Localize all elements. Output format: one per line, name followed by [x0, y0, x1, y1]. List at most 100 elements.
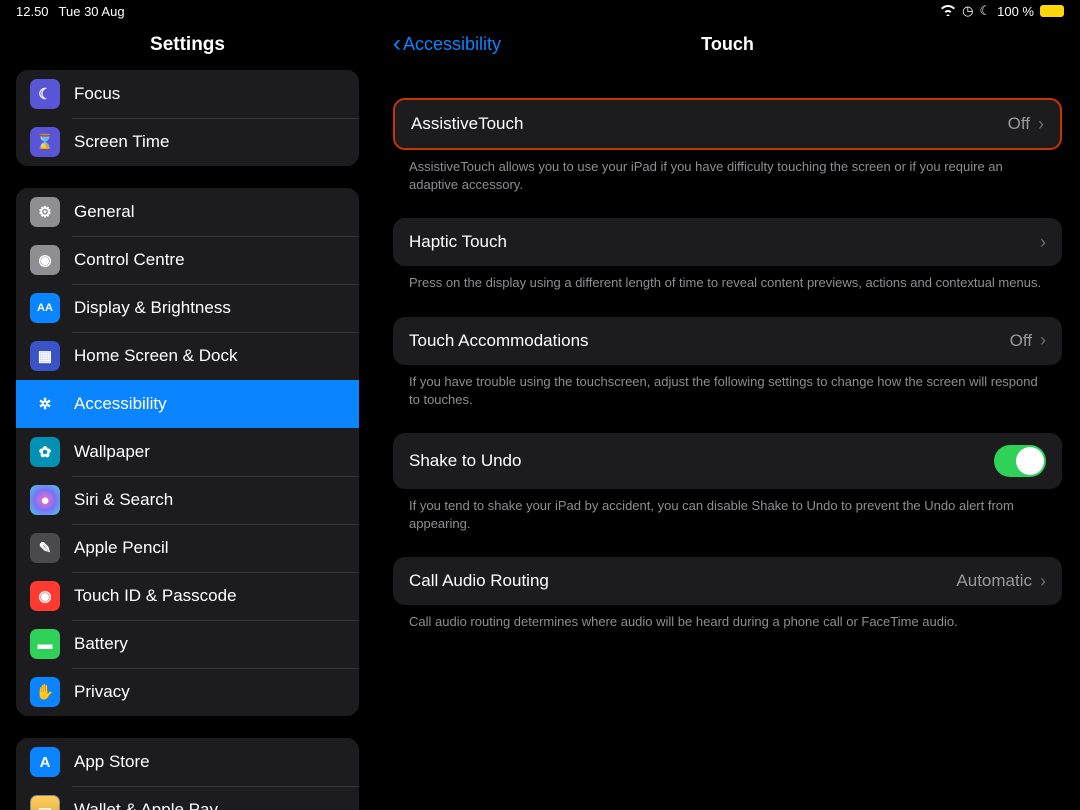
chevron-right-icon: ›: [1040, 232, 1046, 253]
sidebar-item-label: Apple Pencil: [74, 538, 169, 558]
sidebar-item-label: General: [74, 202, 134, 222]
sidebar-item-label: App Store: [74, 752, 150, 772]
row-accessory: Automatic ›: [956, 571, 1046, 592]
fingerprint-icon: ◉: [30, 581, 60, 611]
detail-panel: ‹ Accessibility Touch AssistiveTouchOff›…: [375, 22, 1080, 810]
wallet-icon: ▭: [30, 795, 60, 810]
chevron-right-icon: ›: [1040, 571, 1046, 592]
sidebar-item-label: Accessibility: [74, 394, 167, 414]
group-footer: Call audio routing determines where audi…: [393, 605, 1062, 631]
text-size-icon: AA: [30, 293, 60, 323]
sidebar-section: ☾Focus ⌛ Screen Time: [16, 70, 359, 166]
alarm-icon: ◷: [962, 3, 973, 19]
battery-percent: 100 %: [997, 4, 1034, 19]
flower-icon: ✿: [30, 437, 60, 467]
group-footer: If you have trouble using the touchscree…: [393, 365, 1062, 409]
sidebar-title: Settings: [0, 22, 375, 70]
status-time: 12.50: [16, 4, 49, 19]
sidebar-item-wallet-apple-pay[interactable]: ▭ Wallet & Apple Pay: [16, 786, 359, 810]
page-title: Touch: [701, 34, 754, 55]
row-accessory: Off ›: [1008, 114, 1044, 135]
sidebar-item-label: Control Centre: [74, 250, 185, 270]
sidebar-section: ⚙ General ◉ Control Centre AA Display & Brigh…: [16, 188, 359, 716]
status-bar: 12.50 Tue 30 Aug ◷ ☾ 100 %: [0, 0, 1080, 22]
sidebar-item-wallpaper[interactable]: ✿ Wallpaper: [16, 428, 359, 476]
settings-group: Shake to Undo If you tend to shake your i…: [393, 433, 1062, 533]
back-button[interactable]: ‹ Accessibility: [393, 32, 501, 56]
row-label: Touch Accommodations: [409, 331, 589, 351]
group-footer: If you tend to shake your iPad by accide…: [393, 489, 1062, 533]
row-label: Call Audio Routing: [409, 571, 549, 591]
chevron-right-icon: ›: [1040, 330, 1046, 351]
sidebar-item-control-centre[interactable]: ◉ Control Centre: [16, 236, 359, 284]
settings-card: Touch Accommodations Off ›: [393, 317, 1062, 365]
settings-card: Haptic Touch ›: [393, 218, 1062, 266]
hourglass-icon: ⌛: [30, 127, 60, 157]
sidebar-item-home-screen-dock[interactable]: ▦ Home Screen & Dock: [16, 332, 359, 380]
dnd-icon: ☾: [979, 3, 991, 19]
sidebar-item-label: Wallpaper: [74, 442, 150, 462]
sidebar-item-screen-time[interactable]: ⌛ Screen Time: [16, 118, 359, 166]
sidebar-item-accessibility[interactable]: ✲ Accessibility: [16, 380, 359, 428]
back-label: Accessibility: [403, 34, 501, 55]
row-value: Off: [1008, 114, 1030, 134]
sidebar-item-label: Wallet & Apple Pay: [74, 800, 218, 810]
battery-icon: [1040, 5, 1064, 17]
sidebar-item-focus[interactable]: ☾Focus: [16, 70, 359, 118]
chevron-left-icon: ‹: [393, 32, 401, 56]
settings-row-assistivetouch[interactable]: AssistiveTouchOff›: [395, 100, 1060, 148]
gear-icon: ⚙: [30, 197, 60, 227]
chevron-right-icon: ›: [1038, 114, 1044, 135]
row-accessory: [994, 445, 1046, 477]
sidebar-item-label: Battery: [74, 634, 128, 654]
sidebar-item-privacy[interactable]: ✋ Privacy: [16, 668, 359, 716]
siri-icon: ●: [30, 485, 60, 515]
sidebar-item-general[interactable]: ⚙ General: [16, 188, 359, 236]
switch-icon: ◉: [30, 245, 60, 275]
sidebar-item-apple-pencil[interactable]: ✎ Apple Pencil: [16, 524, 359, 572]
sidebar-item-label: Display & Brightness: [74, 298, 231, 318]
settings-row-call-audio-routing[interactable]: Call Audio Routing Automatic ›: [393, 557, 1062, 605]
row-label: Haptic Touch: [409, 232, 507, 252]
sidebar-item-label: Home Screen & Dock: [74, 346, 237, 366]
pencil-icon: ✎: [30, 533, 60, 563]
moon-icon: ☾: [30, 79, 60, 109]
row-label: Shake to Undo: [409, 451, 521, 471]
settings-row-shake-to-undo[interactable]: Shake to Undo: [393, 433, 1062, 489]
settings-group: Call Audio Routing Automatic › Call audio r…: [393, 557, 1062, 631]
group-footer: Press on the display using a different l…: [393, 266, 1062, 292]
sidebar-item-label: Screen Time: [74, 132, 169, 152]
appstore-icon: A: [30, 747, 60, 777]
sidebar-item-app-store[interactable]: A App Store: [16, 738, 359, 786]
grid-icon: ▦: [30, 341, 60, 371]
settings-group: Touch Accommodations Off › If you have trou…: [393, 317, 1062, 409]
settings-row-touch-accommodations[interactable]: Touch Accommodations Off ›: [393, 317, 1062, 365]
settings-sidebar: Settings ☾Focus ⌛ Screen Time ⚙ General ◉ Cont…: [0, 22, 375, 810]
sidebar-item-touch-id-passcode[interactable]: ◉ Touch ID & Passcode: [16, 572, 359, 620]
sidebar-item-display-brightness[interactable]: AA Display & Brightness: [16, 284, 359, 332]
wifi-icon: [940, 4, 956, 19]
row-accessory: Off ›: [1010, 330, 1046, 351]
accessibility-icon: ✲: [30, 389, 60, 419]
row-value: Off: [1010, 331, 1032, 351]
sidebar-item-label: Privacy: [74, 682, 130, 702]
row-value: Automatic: [956, 571, 1032, 591]
group-footer: AssistiveTouch allows you to use your iP…: [393, 150, 1062, 194]
sidebar-item-battery[interactable]: ▬ Battery: [16, 620, 359, 668]
toggle-switch[interactable]: [994, 445, 1046, 477]
sidebar-item-label: Touch ID & Passcode: [74, 586, 237, 606]
settings-row-haptic-touch[interactable]: Haptic Touch ›: [393, 218, 1062, 266]
row-accessory: ›: [1040, 232, 1046, 253]
status-date: Tue 30 Aug: [59, 4, 125, 19]
battery-icon: ▬: [30, 629, 60, 659]
settings-group: Haptic Touch › Press on the display using …: [393, 218, 1062, 292]
settings-card: Call Audio Routing Automatic ›: [393, 557, 1062, 605]
settings-group: AssistiveTouchOff›AssistiveTouch allows …: [393, 98, 1062, 194]
sidebar-item-label: Siri & Search: [74, 490, 173, 510]
settings-card: Shake to Undo: [393, 433, 1062, 489]
toggle-knob: [1016, 447, 1044, 475]
sidebar-section: A App Store ▭ Wallet & Apple Pay: [16, 738, 359, 810]
sidebar-item-siri-search[interactable]: ● Siri & Search: [16, 476, 359, 524]
settings-card: AssistiveTouchOff›: [393, 98, 1062, 150]
hand-icon: ✋: [30, 677, 60, 707]
